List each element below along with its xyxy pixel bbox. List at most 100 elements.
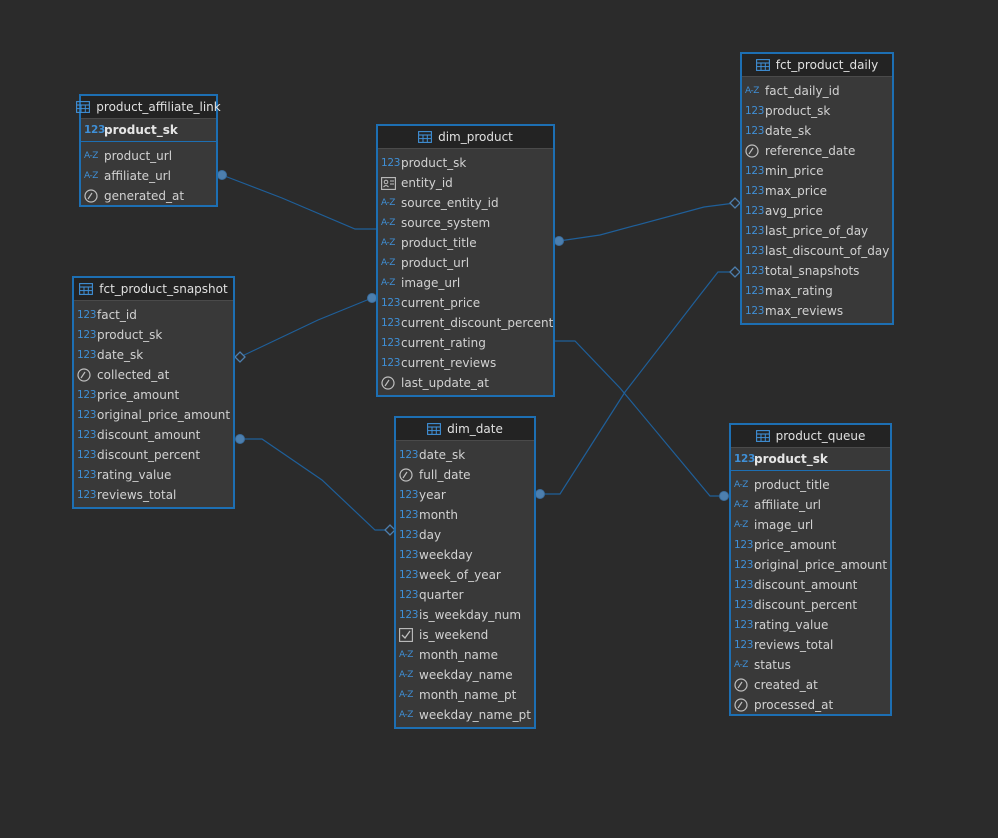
- column-row[interactable]: A-Z source_entity_id: [378, 193, 553, 213]
- column-name: price_amount: [754, 538, 837, 552]
- column-name: current_reviews: [401, 356, 497, 370]
- column-row[interactable]: 123 discount_percent: [74, 445, 233, 465]
- column-row[interactable]: 123 discount_amount: [74, 425, 233, 445]
- column-row[interactable]: 123 month: [396, 505, 534, 525]
- entity-header[interactable]: fct_product_snapshot: [74, 278, 233, 301]
- column-row[interactable]: 123 current_discount_percent: [378, 313, 553, 333]
- column-row[interactable]: A-Z image_url: [378, 273, 553, 293]
- column-row[interactable]: 123 avg_price: [742, 201, 892, 221]
- entity-header[interactable]: fct_product_daily: [742, 54, 892, 77]
- column-name: source_entity_id: [401, 196, 499, 210]
- link-snapshot-dimproduct[interactable]: [239, 297, 373, 358]
- column-row[interactable]: A-Z product_url: [81, 146, 216, 166]
- column-row[interactable]: 123 discount_amount: [731, 575, 890, 595]
- column-row[interactable]: 123 total_snapshots: [742, 261, 892, 281]
- column-row[interactable]: A-Z weekday_name_pt: [396, 705, 534, 725]
- column-row[interactable]: 123 year: [396, 485, 534, 505]
- column-row[interactable]: 123 date_sk: [74, 345, 233, 365]
- column-name: fact_daily_id: [765, 84, 840, 98]
- column-name: quarter: [419, 588, 464, 602]
- column-row[interactable]: 123 quarter: [396, 585, 534, 605]
- column-row[interactable]: 123 week_of_year: [396, 565, 534, 585]
- column-row[interactable]: reference_date: [742, 141, 892, 161]
- column-row[interactable]: 123 product_sk: [742, 101, 892, 121]
- column-row[interactable]: 123 day: [396, 525, 534, 545]
- column-row[interactable]: generated_at: [81, 186, 216, 206]
- column-row[interactable]: 123 discount_percent: [731, 595, 890, 615]
- link-affiliate-dimproduct[interactable]: [221, 174, 376, 230]
- column-row[interactable]: 123 original_price_amount: [731, 555, 890, 575]
- column-row[interactable]: 123 product_sk: [74, 325, 233, 345]
- link-snapshot-dimdate[interactable]: [240, 438, 390, 531]
- column-row[interactable]: created_at: [731, 675, 890, 695]
- column-row[interactable]: A-Z image_url: [731, 515, 890, 535]
- text-type-icon: A-Z: [734, 660, 748, 670]
- column-row[interactable]: A-Z source_system: [378, 213, 553, 233]
- column-name: day: [419, 528, 442, 542]
- column-row[interactable]: entity_id: [378, 173, 553, 193]
- column-row[interactable]: 123 date_sk: [396, 445, 534, 465]
- entity-product-affiliate-link[interactable]: product_affiliate_link 123 product_sk A-Z pr…: [76, 94, 221, 207]
- entity-fct-product-snapshot[interactable]: fct_product_snapshot 123 fact_id 123 product…: [72, 276, 235, 509]
- column-row[interactable]: A-Z month_name_pt: [396, 685, 534, 705]
- column-row[interactable]: 123 weekday: [396, 545, 534, 565]
- entity-header[interactable]: product_queue: [731, 425, 890, 448]
- entity-header[interactable]: dim_date: [396, 418, 534, 441]
- number-type-icon: 123: [734, 453, 756, 465]
- link-snapshot-dimproduct-endpoint-diamond: [234, 351, 246, 363]
- number-type-icon: 123: [745, 205, 765, 217]
- column-row[interactable]: last_update_at: [378, 373, 553, 393]
- column-row[interactable]: 123 min_price: [742, 161, 892, 181]
- table-icon: [755, 430, 770, 442]
- column-row[interactable]: 123 rating_value: [74, 465, 233, 485]
- column-row[interactable]: collected_at: [74, 365, 233, 385]
- column-row[interactable]: A-Z status: [731, 655, 890, 675]
- clock-icon: [84, 189, 101, 203]
- column-row[interactable]: A-Z product_title: [378, 233, 553, 253]
- column-row[interactable]: 123 price_amount: [74, 385, 233, 405]
- column-row[interactable]: 123 current_rating: [378, 333, 553, 353]
- number-type-icon: 123: [399, 609, 419, 621]
- link-dimproduct-queue[interactable]: [555, 340, 724, 497]
- link-dimproduct-daily[interactable]: [558, 202, 736, 242]
- text-type-icon: A-Z: [381, 218, 395, 228]
- column-row[interactable]: processed_at: [731, 695, 890, 715]
- column-row[interactable]: 123 date_sk: [742, 121, 892, 141]
- column-row[interactable]: 123 fact_id: [74, 305, 233, 325]
- column-row[interactable]: A-Z fact_daily_id: [742, 81, 892, 101]
- primary-key-row[interactable]: 123 product_sk: [731, 448, 890, 471]
- column-row[interactable]: A-Z product_url: [378, 253, 553, 273]
- column-row[interactable]: 123 max_reviews: [742, 301, 892, 321]
- column-row[interactable]: A-Z affiliate_url: [81, 166, 216, 186]
- column-row[interactable]: is_weekend: [396, 625, 534, 645]
- primary-key-row[interactable]: 123 product_sk: [81, 119, 216, 142]
- column-row[interactable]: 123 original_price_amount: [74, 405, 233, 425]
- column-name: product_title: [754, 478, 830, 492]
- column-row[interactable]: 123 reviews_total: [731, 635, 890, 655]
- entity-header[interactable]: product_affiliate_link: [76, 96, 221, 119]
- number-type-icon: 123: [745, 165, 765, 177]
- column-row[interactable]: 123 last_discount_of_day: [742, 241, 892, 261]
- column-row[interactable]: 123 is_weekday_num: [396, 605, 534, 625]
- column-row[interactable]: 123 reviews_total: [74, 485, 233, 505]
- link-dimdate-daily[interactable]: [540, 271, 735, 495]
- entity-fct-product-daily[interactable]: fct_product_daily A-Z fact_daily_id 123 prod…: [740, 52, 894, 325]
- entity-dim-date[interactable]: dim_date 123 date_sk full_date 123 year 123 mon…: [394, 416, 536, 729]
- column-row[interactable]: A-Z affiliate_url: [731, 495, 890, 515]
- column-row[interactable]: full_date: [396, 465, 534, 485]
- column-row[interactable]: A-Z product_title: [731, 475, 890, 495]
- column-row[interactable]: 123 last_price_of_day: [742, 221, 892, 241]
- entity-header[interactable]: dim_product: [378, 126, 553, 149]
- column-row[interactable]: 123 price_amount: [731, 535, 890, 555]
- entity-dim-product[interactable]: dim_product 123 product_sk entity_id A-Z sour…: [376, 124, 555, 397]
- column-row[interactable]: A-Z month_name: [396, 645, 534, 665]
- column-row[interactable]: 123 rating_value: [731, 615, 890, 635]
- column-row[interactable]: 123 current_price: [378, 293, 553, 313]
- column-row[interactable]: 123 max_rating: [742, 281, 892, 301]
- column-row[interactable]: 123 current_reviews: [378, 353, 553, 373]
- column-row[interactable]: 123 max_price: [742, 181, 892, 201]
- entity-product-queue[interactable]: product_queue 123 product_sk A-Z product_tit…: [729, 423, 892, 716]
- column-name: reviews_total: [97, 488, 177, 502]
- column-row[interactable]: A-Z weekday_name: [396, 665, 534, 685]
- column-row[interactable]: 123 product_sk: [378, 153, 553, 173]
